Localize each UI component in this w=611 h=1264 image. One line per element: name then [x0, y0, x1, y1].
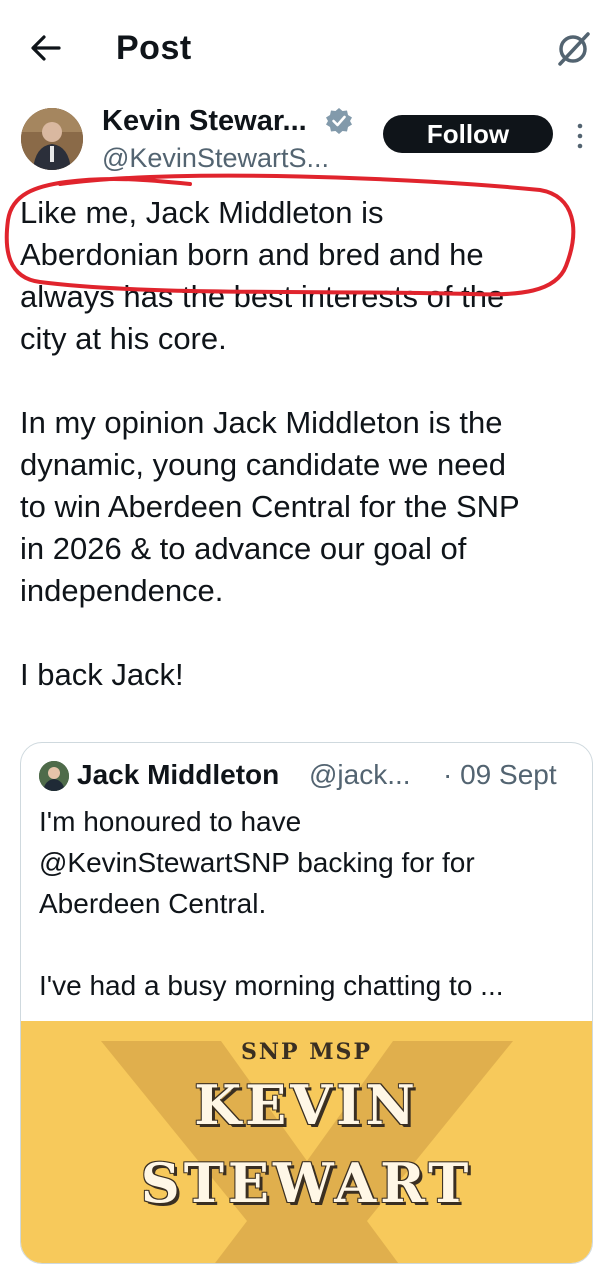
image-subtitle: SNP MSP: [241, 1039, 372, 1065]
quoted-post-card[interactable]: Jack Middleton @jack... · 09 Sept I'm ho…: [20, 742, 593, 1264]
verified-badge-icon: [326, 108, 352, 134]
more-vertical-icon[interactable]: [570, 118, 590, 154]
quoted-author-avatar: [39, 761, 69, 791]
image-title-line2: STEWART: [140, 1151, 473, 1215]
quoted-post-text: I'm honoured to have @KevinStewartSNP ba…: [39, 806, 504, 1001]
quoted-author-name: Jack Middleton: [77, 759, 280, 790]
author-name[interactable]: Kevin Stewar...: [102, 103, 307, 139]
back-button[interactable]: [20, 24, 72, 72]
follow-button[interactable]: Follow: [383, 115, 553, 153]
quoted-author-handle: @jack...: [309, 759, 411, 790]
quoted-post-image[interactable]: SNP MSP KEVIN STEWART: [21, 1021, 592, 1263]
author-photo: [21, 108, 83, 170]
quoted-post-date: · 09 Sept: [443, 759, 557, 790]
post-text: Like me, Jack Middleton is Aberdonian bo…: [20, 195, 520, 692]
grok-icon: [558, 32, 590, 66]
grok-button[interactable]: [552, 26, 596, 70]
author-handle[interactable]: @KevinStewartS...: [102, 140, 329, 176]
top-app-bar: Post: [0, 0, 611, 92]
page-title: Post: [116, 29, 192, 67]
arrow-left-icon: [31, 35, 61, 61]
avatar[interactable]: [21, 108, 83, 170]
image-title-line1: KEVIN: [194, 1073, 419, 1137]
